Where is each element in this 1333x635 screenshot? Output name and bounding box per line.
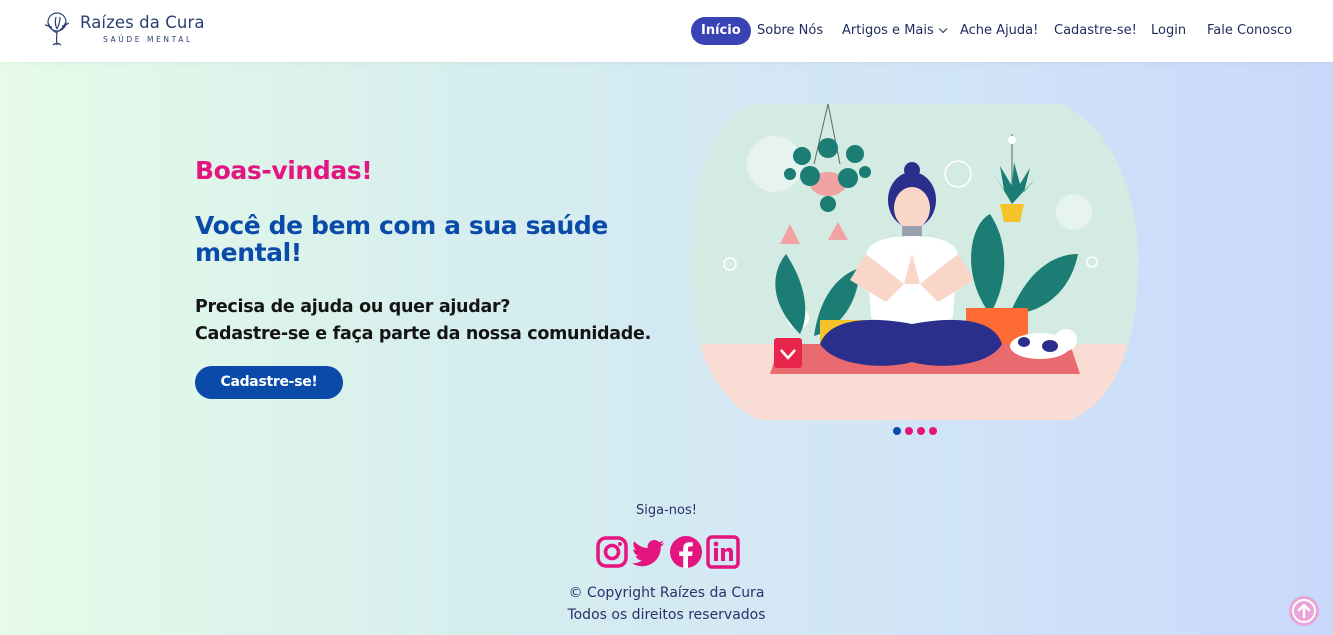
site-header: Raízes da Cura SAÚDE MENTAL Início Sobre… [0, 0, 1333, 62]
back-to-top-button[interactable] [1289, 596, 1319, 626]
carousel-dot-4[interactable] [929, 427, 937, 435]
social-links [595, 535, 741, 571]
nav-fale-conosco[interactable]: Fale Conosco [1207, 17, 1292, 45]
welcome-heading: Boas-vindas! [195, 156, 373, 185]
carousel-dot-3[interactable] [917, 427, 925, 435]
hero-title: Você de bem com a sua saúde mental! [195, 211, 608, 267]
arrow-up-icon [1292, 599, 1316, 623]
instagram-icon[interactable] [595, 535, 629, 569]
nav-ache-ajuda[interactable]: Ache Ajuda! [960, 17, 1038, 45]
hero-invite: Cadastre-se e faça parte da nossa comuni… [195, 324, 651, 344]
follow-label: Siga-nos! [636, 503, 697, 518]
rights-text: Todos os direitos reservados [567, 607, 766, 623]
nav-cadastre-se[interactable]: Cadastre-se! [1054, 17, 1137, 45]
meditation-illustration [690, 104, 1139, 420]
linkedin-icon[interactable] [706, 535, 740, 569]
nav-inicio[interactable]: Início [691, 17, 751, 45]
nav-artigos-label: Artigos e Mais [842, 23, 934, 38]
hero-question: Precisa de ajuda ou quer ajudar? [195, 297, 511, 317]
chevron-down-icon [938, 24, 948, 34]
carousel-dot-1[interactable] [893, 427, 901, 435]
nav-artigos[interactable]: Artigos e Mais [842, 17, 948, 45]
facebook-icon[interactable] [669, 535, 703, 569]
twitter-icon[interactable] [632, 535, 666, 569]
nav-login[interactable]: Login [1151, 17, 1186, 45]
nav-sobre-nos[interactable]: Sobre Nós [757, 17, 823, 45]
copyright-text: © Copyright Raízes da Cura [568, 585, 765, 601]
carousel-dot-2[interactable] [905, 427, 913, 435]
carousel-indicators [893, 427, 941, 436]
main-nav: Início Sobre Nós Artigos e Mais Ache Aju… [0, 17, 1333, 45]
signup-button[interactable]: Cadastre-se! [195, 366, 343, 399]
